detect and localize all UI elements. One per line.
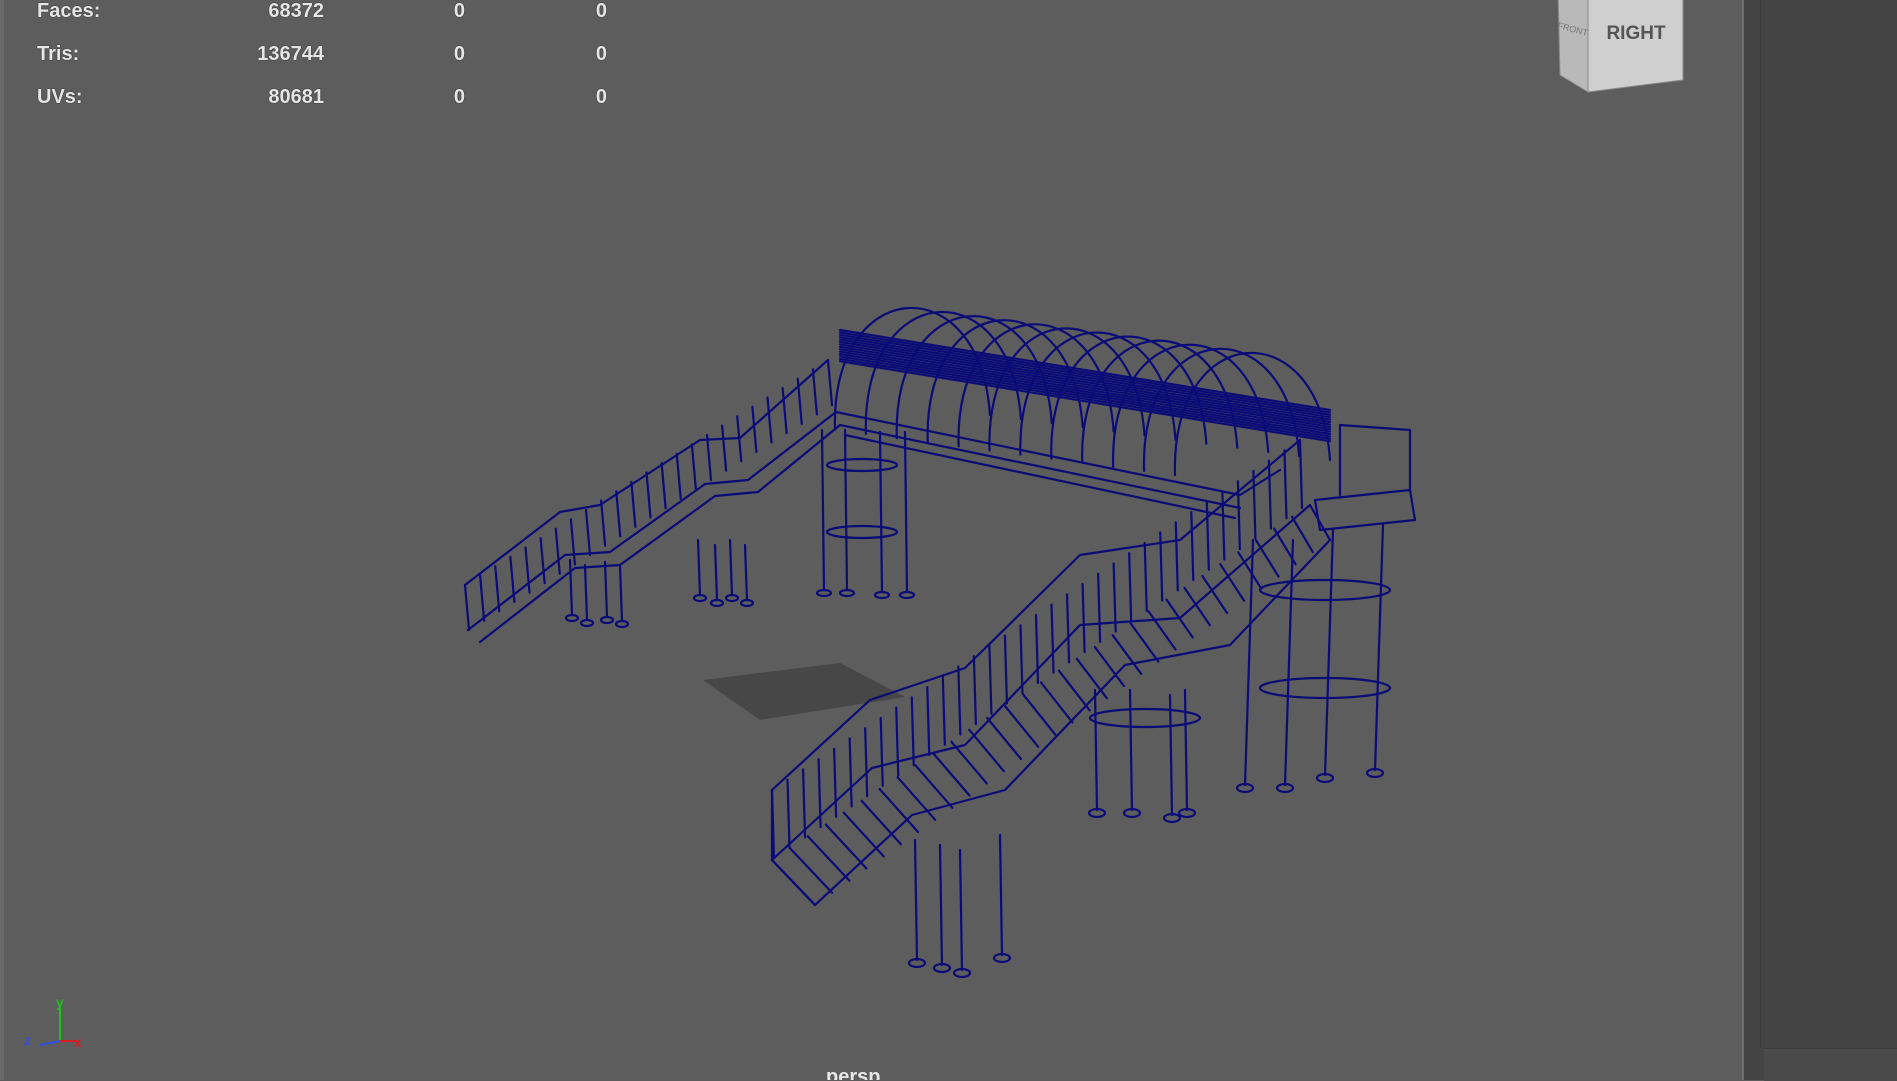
bridge-wireframe-model[interactable] <box>0 0 1742 1080</box>
3d-viewport[interactable]: Faces: 68372 0 0 Tris: 136744 0 0 UVs: 8… <box>0 0 1742 1080</box>
viewcube-right-label: RIGHT <box>1606 23 1666 44</box>
panel-strip <box>1760 0 1897 1048</box>
viewcube-icon[interactable]: RIGHT FRONT <box>1548 0 1688 95</box>
panel-footer <box>1764 1048 1897 1081</box>
ground-shadow <box>703 663 905 720</box>
camera-name-label: persp <box>826 1066 881 1080</box>
svg-text:z: z <box>24 1032 31 1048</box>
axis-gizmo-icon: y x z <box>24 995 82 1050</box>
svg-text:x: x <box>74 1034 82 1050</box>
svg-text:y: y <box>56 995 64 1010</box>
right-side-panel <box>1742 0 1897 1081</box>
